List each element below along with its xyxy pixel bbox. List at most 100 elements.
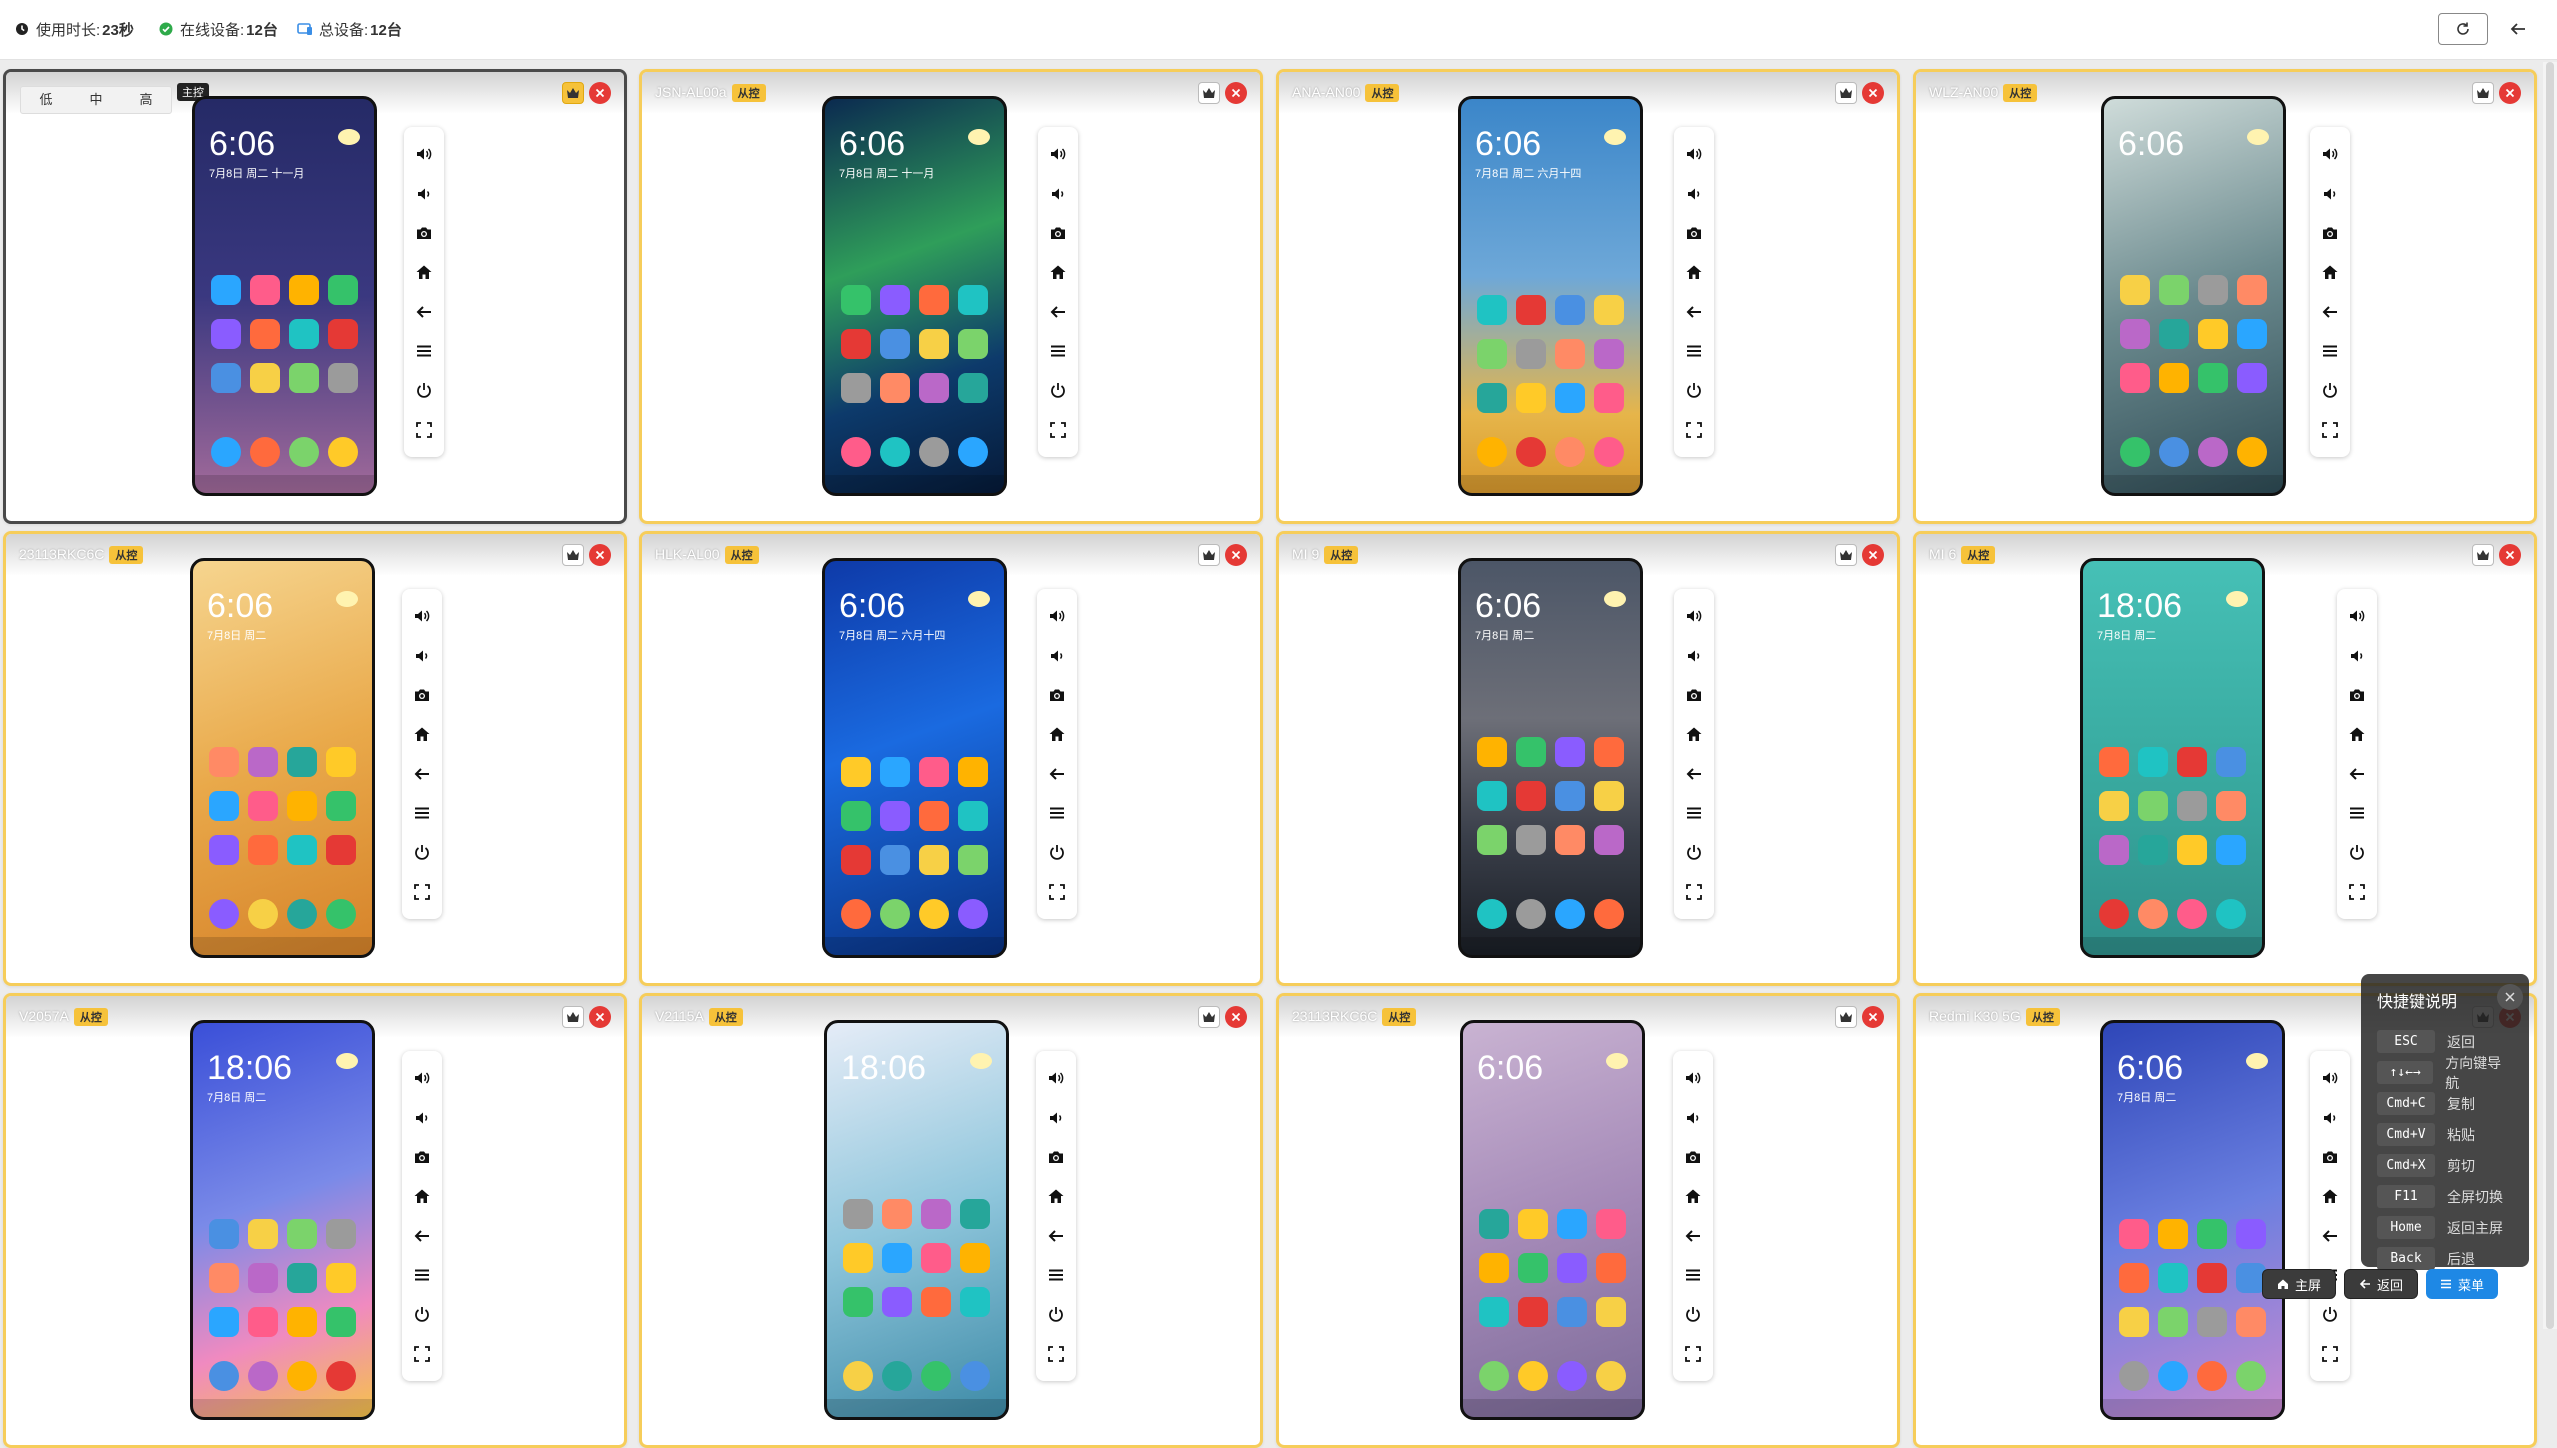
app-icon[interactable] xyxy=(1516,825,1547,855)
back-button[interactable] xyxy=(2318,300,2342,324)
home-button[interactable] xyxy=(1046,260,1070,284)
app-icon[interactable] xyxy=(918,285,949,315)
app-icon[interactable] xyxy=(957,845,988,875)
app-icon[interactable] xyxy=(248,1219,279,1249)
app-icon[interactable] xyxy=(325,1219,356,1249)
app-icon[interactable] xyxy=(2120,319,2151,349)
device-screen[interactable]: 6:06 7月8日 周二 xyxy=(1458,558,1643,958)
fullscreen-button[interactable] xyxy=(2318,418,2342,442)
dock-app-icon[interactable] xyxy=(286,1361,317,1391)
menu-button[interactable] xyxy=(1682,801,1706,825)
screenshot-button[interactable] xyxy=(410,1145,434,1169)
dock-app-icon[interactable] xyxy=(957,899,988,929)
app-icon[interactable] xyxy=(841,801,872,831)
app-icon[interactable] xyxy=(325,835,356,865)
device-card[interactable]: 低中高主控 6:06 7月8日 周二 十一月 xyxy=(3,69,627,524)
app-icon[interactable] xyxy=(2138,791,2169,821)
fullscreen-button[interactable] xyxy=(2318,1342,2342,1366)
volume-up-button[interactable] xyxy=(1044,1066,1068,1090)
app-icon[interactable] xyxy=(2176,791,2207,821)
app-icon[interactable] xyxy=(1479,1297,1510,1327)
fullscreen-button[interactable] xyxy=(1044,1342,1068,1366)
screenshot-button[interactable] xyxy=(412,221,436,245)
app-icon[interactable] xyxy=(957,801,988,831)
app-icon[interactable] xyxy=(250,363,281,393)
app-icon[interactable] xyxy=(209,1219,240,1249)
back-button[interactable] xyxy=(2345,762,2369,786)
dock-app-icon[interactable] xyxy=(841,437,872,467)
app-icon[interactable] xyxy=(248,791,279,821)
screenshot-button[interactable] xyxy=(410,683,434,707)
home-button[interactable] xyxy=(410,1184,434,1208)
back-button[interactable] xyxy=(2318,1224,2342,1248)
app-icon[interactable] xyxy=(880,757,911,787)
app-icon[interactable] xyxy=(1593,339,1624,369)
app-icon[interactable] xyxy=(211,319,242,349)
app-icon[interactable] xyxy=(209,1263,240,1293)
dock-app-icon[interactable] xyxy=(209,1361,240,1391)
dock-app-icon[interactable] xyxy=(327,437,358,467)
close-shortcut-panel-button[interactable] xyxy=(2497,984,2523,1010)
app-icon[interactable] xyxy=(286,1219,317,1249)
app-icon[interactable] xyxy=(2196,1263,2227,1293)
volume-down-button[interactable] xyxy=(1044,1106,1068,1130)
app-icon[interactable] xyxy=(880,845,911,875)
device-card[interactable]: HLK-AL00 从控 6:06 7月8日 周二 六月十四 xyxy=(639,531,1263,986)
app-icon[interactable] xyxy=(880,373,911,403)
dock-app-icon[interactable] xyxy=(1516,899,1547,929)
app-icon[interactable] xyxy=(2176,747,2207,777)
app-icon[interactable] xyxy=(211,363,242,393)
dock-app-icon[interactable] xyxy=(1554,437,1585,467)
volume-down-button[interactable] xyxy=(1681,1106,1705,1130)
menu-button[interactable] xyxy=(2345,801,2369,825)
volume-down-button[interactable] xyxy=(1045,644,1069,668)
device-card[interactable]: MI 6 从控 18:06 7月8日 周二 xyxy=(1913,531,2537,986)
fullscreen-button[interactable] xyxy=(1046,418,1070,442)
app-icon[interactable] xyxy=(325,791,356,821)
app-icon[interactable] xyxy=(2235,1307,2266,1337)
app-icon[interactable] xyxy=(2197,275,2228,305)
device-screen[interactable]: 18:06 7月8日 周二 xyxy=(190,1020,375,1420)
app-icon[interactable] xyxy=(248,1307,279,1337)
screenshot-button[interactable] xyxy=(2318,221,2342,245)
volume-down-button[interactable] xyxy=(412,182,436,206)
app-icon[interactable] xyxy=(248,1263,279,1293)
app-icon[interactable] xyxy=(2236,319,2267,349)
dock-app-icon[interactable] xyxy=(1516,437,1547,467)
volume-down-button[interactable] xyxy=(1682,182,1706,206)
app-icon[interactable] xyxy=(2119,1219,2150,1249)
app-icon[interactable] xyxy=(882,1287,913,1317)
app-icon[interactable] xyxy=(2119,1307,2150,1337)
device-card[interactable]: V2115A 从控 18:06 xyxy=(639,993,1263,1448)
app-icon[interactable] xyxy=(2138,835,2169,865)
dock-app-icon[interactable] xyxy=(325,899,356,929)
app-icon[interactable] xyxy=(2099,835,2130,865)
set-master-button[interactable] xyxy=(1198,544,1220,566)
volume-up-button[interactable] xyxy=(1045,604,1069,628)
set-master-button[interactable] xyxy=(1835,82,1857,104)
fullscreen-button[interactable] xyxy=(1682,880,1706,904)
dock-app-icon[interactable] xyxy=(2119,1361,2150,1391)
app-icon[interactable] xyxy=(1477,339,1508,369)
power-button[interactable] xyxy=(1044,1302,1068,1326)
menu-button[interactable] xyxy=(1045,801,1069,825)
back-button[interactable] xyxy=(410,1224,434,1248)
app-icon[interactable] xyxy=(841,757,872,787)
app-icon[interactable] xyxy=(918,757,949,787)
dock-app-icon[interactable] xyxy=(2197,437,2228,467)
remove-device-button[interactable] xyxy=(1225,544,1247,566)
app-icon[interactable] xyxy=(2215,747,2246,777)
app-icon[interactable] xyxy=(1554,737,1585,767)
app-icon[interactable] xyxy=(1554,825,1585,855)
screenshot-button[interactable] xyxy=(1044,1145,1068,1169)
power-button[interactable] xyxy=(2345,840,2369,864)
app-icon[interactable] xyxy=(2159,363,2190,393)
remove-device-button[interactable] xyxy=(1862,544,1884,566)
dock-app-icon[interactable] xyxy=(2215,899,2246,929)
home-button[interactable] xyxy=(1682,260,1706,284)
app-icon[interactable] xyxy=(288,319,319,349)
app-icon[interactable] xyxy=(1593,295,1624,325)
set-master-button[interactable] xyxy=(562,544,584,566)
volume-down-button[interactable] xyxy=(2318,182,2342,206)
app-icon[interactable] xyxy=(250,319,281,349)
